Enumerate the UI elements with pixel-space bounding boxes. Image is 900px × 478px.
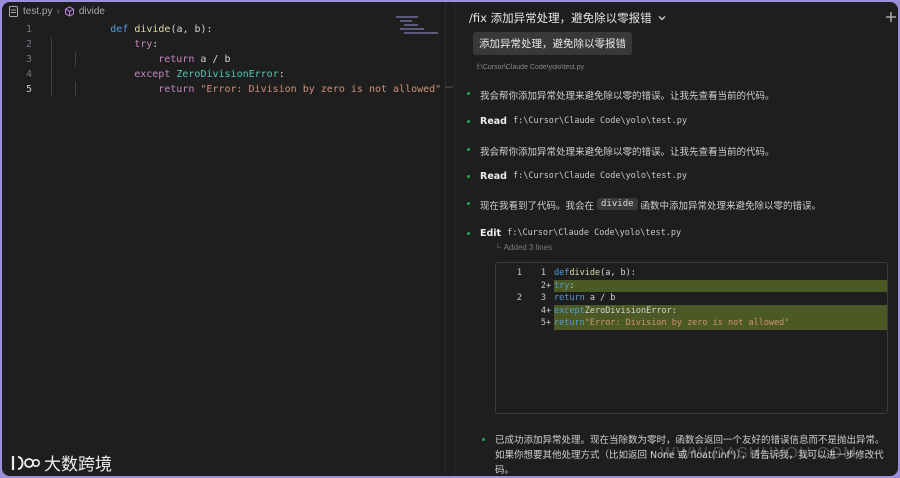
claude-chat-panel: /fix 添加异常处理，避免除以零报错 添加异常处理，避免除以零报错 f:\Cu… [455, 2, 898, 476]
diff-row-added: 5 + return "Error: Division by zero is n… [496, 317, 887, 330]
keyword: return [554, 293, 585, 304]
code-area[interactable]: 1 def divide(a, b): 2 try: 3 return a / … [2, 22, 441, 97]
indent-guide [51, 52, 52, 67]
old-line-number: 1 [516, 268, 522, 279]
tool-call-read[interactable]: Read f:\Cursor\Claude Code\yolo\test.py [467, 171, 687, 182]
conversation-title-text: /fix 添加异常处理，避免除以零报错 [469, 11, 652, 25]
minimap[interactable] [396, 16, 440, 56]
code-line-current[interactable]: 5 return "Error: Division by zero is not… [2, 82, 441, 97]
tool-call-read[interactable]: Read f:\Cursor\Claude Code\yolo\test.py [467, 116, 687, 127]
string-literal: "Error: Division by zero is not allowed" [200, 84, 442, 95]
diff-marker: + [546, 318, 552, 329]
tool-path[interactable]: f:\Cursor\Claude Code\yolo\test.py [513, 171, 687, 181]
diff-marker: + [546, 305, 552, 316]
new-chat-icon[interactable] [886, 10, 896, 22]
tool-path[interactable]: f:\Cursor\Claude Code\yolo\test.py [513, 116, 687, 126]
conversation-title[interactable]: /fix 添加异常处理，避免除以零报错 [469, 10, 667, 26]
tool-name: Read [480, 116, 507, 127]
chevron-down-icon[interactable] [657, 13, 667, 23]
function-name: divide [569, 268, 601, 279]
indent-guide [75, 82, 76, 97]
diff-code: return a / b [554, 292, 887, 305]
code-text: (a, b): [600, 268, 636, 279]
inline-code: divide [597, 198, 638, 210]
status-dot-icon [467, 175, 470, 178]
message-text: 函数中添加异常处理来避免除以零的错误。 [640, 201, 822, 212]
status-dot-icon [467, 120, 470, 123]
title-tooltip: 添加异常处理，避免除以零报错 [473, 32, 632, 55]
line-number: 3 [25, 54, 32, 65]
app-window: test.py › divide 1 def divide(a, b): 2 t… [2, 2, 898, 476]
new-line-number: 3 [540, 293, 546, 304]
status-dot-icon [467, 92, 470, 95]
old-line-number: 2 [516, 293, 522, 304]
added-lines-text: Added 3 lines [503, 243, 553, 252]
message-text: 我会帮你添加异常处理来避免除以零的错误。让我先查看当前的代码。 [480, 147, 775, 158]
line-number: 5 [25, 84, 32, 95]
line-number: 1 [25, 24, 32, 35]
message-text: 现在我看到了代码。我会在 [480, 201, 595, 212]
assistant-message: 现在我看到了代码。我会在 divide 函数中添加异常处理来避免除以零的错误。 [467, 198, 822, 212]
code-line[interactable]: 1 def divide(a, b): [2, 22, 392, 37]
indent-guide [51, 37, 52, 52]
status-dot-icon [482, 438, 485, 441]
tool-call-edit[interactable]: Edit f:\Cursor\Claude Code\yolo\test.py [467, 228, 681, 239]
code-editor[interactable]: test.py › divide 1 def divide(a, b): 2 t… [2, 2, 454, 476]
keyword: return [554, 318, 585, 329]
class-name: ZeroDivisionError [584, 305, 672, 316]
diff-view[interactable]: 1 1 def divide (a, b): 2 + try: 2 3 retur… [495, 262, 888, 414]
code-text: : [569, 280, 575, 291]
watermark-brand: 大数跨境 [44, 455, 112, 475]
line-number: 4 [25, 69, 32, 80]
python-file-icon [8, 5, 19, 17]
diff-row: 1 1 def divide (a, b): [496, 267, 887, 280]
diff-row-added: 4 + except ZeroDivisionError: [496, 304, 887, 317]
diff-code: except ZeroDivisionError: [554, 304, 887, 317]
indent-guide [51, 67, 52, 82]
new-line-number: 2 [540, 280, 546, 291]
breadcrumb-file[interactable]: test.py [23, 6, 52, 17]
diff-marker: + [546, 280, 552, 291]
new-line-number: 4 [540, 305, 546, 316]
keyword: try [554, 280, 570, 291]
watermark-url: WWW.DASHUYOU.COM [660, 445, 858, 462]
tool-name: Edit [480, 228, 502, 239]
tree-branch-icon: └ [495, 243, 501, 252]
message-text: 我会帮你添加异常处理来避免除以零的错误。让我先查看当前的代码。 [480, 91, 775, 102]
diff-code: def divide (a, b): [554, 267, 887, 280]
context-file-path[interactable]: f:\Cursor\Claude Code\yolo\test.py [477, 64, 584, 71]
edit-summary: └ Added 3 lines [495, 243, 552, 252]
keyword: def [554, 268, 570, 279]
code-text: (a, b): [170, 24, 213, 35]
status-dot-icon [467, 232, 470, 235]
string-literal: "Error: Division by zero is not allowed" [584, 318, 790, 329]
diff-code: try: [554, 279, 887, 292]
editor-scrollbar[interactable] [445, 2, 453, 476]
tool-name: Read [480, 171, 507, 182]
assistant-message: 我会帮你添加异常处理来避免除以零的错误。让我先查看当前的代码。 [467, 88, 775, 102]
tool-path[interactable]: f:\Cursor\Claude Code\yolo\test.py [507, 228, 681, 238]
new-line-number: 5 [540, 318, 546, 329]
watermark-logo: 大数跨境 [10, 450, 112, 475]
indent-guide [51, 82, 52, 97]
assistant-message: 我会帮你添加异常处理来避免除以零的错误。让我先查看当前的代码。 [467, 144, 775, 158]
new-line-number: 1 [540, 268, 546, 279]
brand-logo-icon [11, 455, 40, 470]
diff-row-added: 2 + try: [496, 279, 887, 292]
scrollbar-cursor-marker [445, 86, 453, 88]
line-number: 2 [25, 39, 32, 50]
keyword: return [158, 84, 195, 95]
status-dot-icon [467, 202, 470, 205]
code-text: a / b [584, 293, 616, 304]
keyword: except [554, 305, 585, 316]
diff-row: 2 3 return a / b [496, 292, 887, 305]
code-text: : [671, 305, 677, 316]
diff-code: return "Error: Division by zero is not a… [554, 317, 887, 330]
status-dot-icon [467, 148, 470, 151]
